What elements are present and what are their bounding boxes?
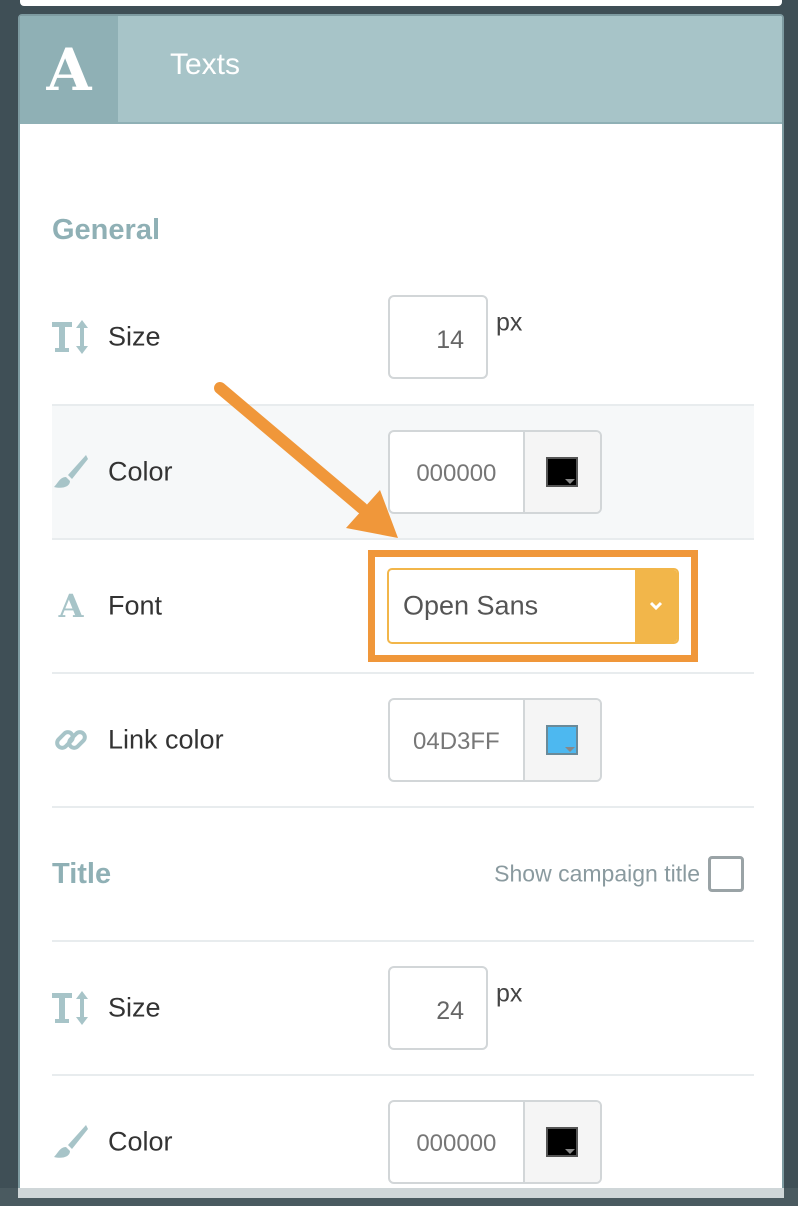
font-icon: A (20, 16, 118, 124)
bottom-scroll-edge (0, 1188, 798, 1206)
font-icon-glyph: A (58, 587, 84, 625)
title-color-field[interactable]: 000000 (388, 1100, 602, 1184)
title-section-header: Title Show campaign title (52, 806, 754, 940)
title-size-input[interactable]: 24 (388, 966, 488, 1050)
size-unit: px (496, 308, 523, 337)
link-icon (52, 721, 90, 759)
show-campaign-title-checkbox[interactable] (708, 856, 744, 892)
previous-panel-edge (20, 0, 782, 6)
general-font-row: A Font Open Sans (52, 538, 754, 672)
title-color-label: Color (108, 1126, 173, 1157)
general-color-field[interactable]: 000000 (388, 430, 602, 514)
font-select[interactable]: Open Sans (387, 568, 679, 644)
paintbrush-icon (52, 1123, 90, 1161)
text-height-icon (52, 989, 90, 1027)
link-color-label: Link color (108, 724, 224, 755)
title-size-unit: px (496, 979, 523, 1008)
panel-header[interactable]: A Texts (20, 16, 782, 124)
link-color-picker-button[interactable] (522, 700, 600, 780)
header-icon-glyph: A (46, 36, 92, 104)
title-size-row: Size 24 px (52, 940, 754, 1074)
title-color-picker-button[interactable] (522, 1102, 600, 1182)
font-select-highlight: Open Sans (368, 550, 698, 662)
text-height-icon (52, 318, 90, 356)
link-color-hex-input[interactable]: 04D3FF (390, 700, 523, 780)
general-color-row: Color 000000 (52, 404, 754, 538)
paintbrush-icon (52, 453, 90, 491)
font-label: Font (108, 590, 163, 621)
title-size-label: Size (108, 992, 161, 1023)
title-color-hex-input[interactable]: 000000 (390, 1102, 523, 1182)
panel-title: Texts (170, 48, 241, 81)
color-swatch-icon (546, 725, 579, 755)
general-link-color-row: Link color 04D3FF (52, 672, 754, 806)
general-size-input[interactable]: 14 (388, 295, 488, 379)
section-title-general: General (52, 214, 160, 246)
general-color-hex-input[interactable]: 000000 (390, 432, 523, 512)
general-color-picker-button[interactable] (522, 432, 600, 512)
size-label: Size (108, 321, 161, 352)
texts-panel: A Texts General Size 14 px Color 000000 … (18, 14, 784, 1206)
color-label: Color (108, 456, 173, 487)
color-swatch-icon (546, 457, 579, 487)
general-size-row: Size 14 px (52, 270, 754, 404)
title-color-row: Color 000000 (52, 1074, 754, 1206)
font-icon: A (52, 587, 90, 625)
show-campaign-title-label[interactable]: Show campaign title (494, 861, 700, 888)
font-select-value: Open Sans (403, 590, 539, 621)
section-title-title: Title (52, 858, 112, 890)
color-swatch-icon (546, 1127, 579, 1157)
chevron-down-icon[interactable] (635, 570, 677, 642)
link-color-field[interactable]: 04D3FF (388, 698, 602, 782)
